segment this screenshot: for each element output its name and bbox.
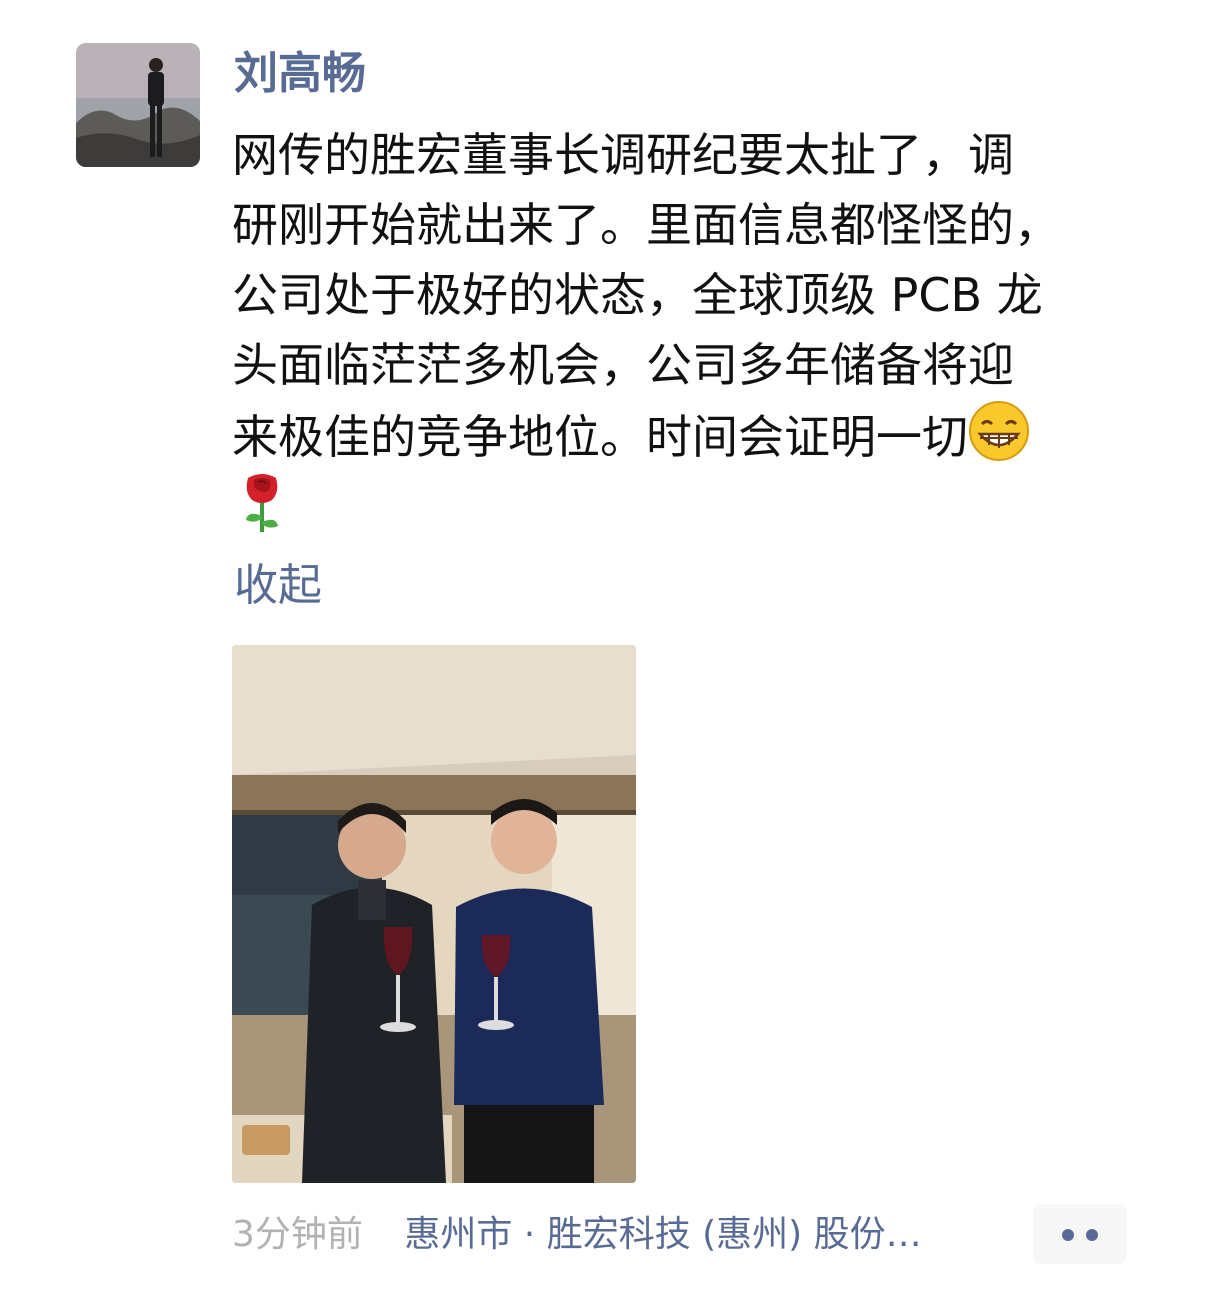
post-text-line: 来极佳的竞争地位。时间会证明一切 xyxy=(232,410,968,464)
post-footer: 3分钟前 惠州市 · 胜宏科技 (惠州) 股份… xyxy=(232,1210,922,1260)
location-link[interactable]: 惠州市 · 胜宏科技 (惠州) 股份… xyxy=(404,1214,921,1255)
grinning-face-emoji-icon xyxy=(968,400,1030,481)
author-name[interactable]: 刘高畅 xyxy=(234,44,366,104)
time-ago: 3分钟前 xyxy=(232,1214,363,1255)
post-photo[interactable] xyxy=(232,645,636,1183)
post-text-line: 网传的胜宏董事长调研纪要太扯了，调 xyxy=(232,128,1014,182)
avatar-photo xyxy=(76,43,200,167)
collapse-link[interactable]: 收起 xyxy=(234,556,322,616)
dot xyxy=(1062,1229,1074,1241)
post-text-line: 头面临茫茫多机会，公司多年储备将迎 xyxy=(232,338,1014,392)
author-avatar[interactable] xyxy=(76,43,200,167)
dot xyxy=(1086,1229,1098,1241)
post-text-line: 研刚开始就出来了。里面信息都怪怪的， xyxy=(232,198,1060,252)
rose-emoji-icon xyxy=(232,470,292,553)
post-text-line-with-emoji: 来极佳的竞争地位。时间会证明一切 xyxy=(232,400,1112,470)
post-text: 网传的胜宏董事长调研纪要太扯了，调 研刚开始就出来了。里面信息都怪怪的， 公司处… xyxy=(232,120,1112,540)
post-text-line: 公司处于极好的状态，全球顶级 PCB 龙 xyxy=(232,268,1043,322)
post-photo-image xyxy=(232,645,636,1183)
more-button[interactable] xyxy=(1033,1204,1127,1264)
